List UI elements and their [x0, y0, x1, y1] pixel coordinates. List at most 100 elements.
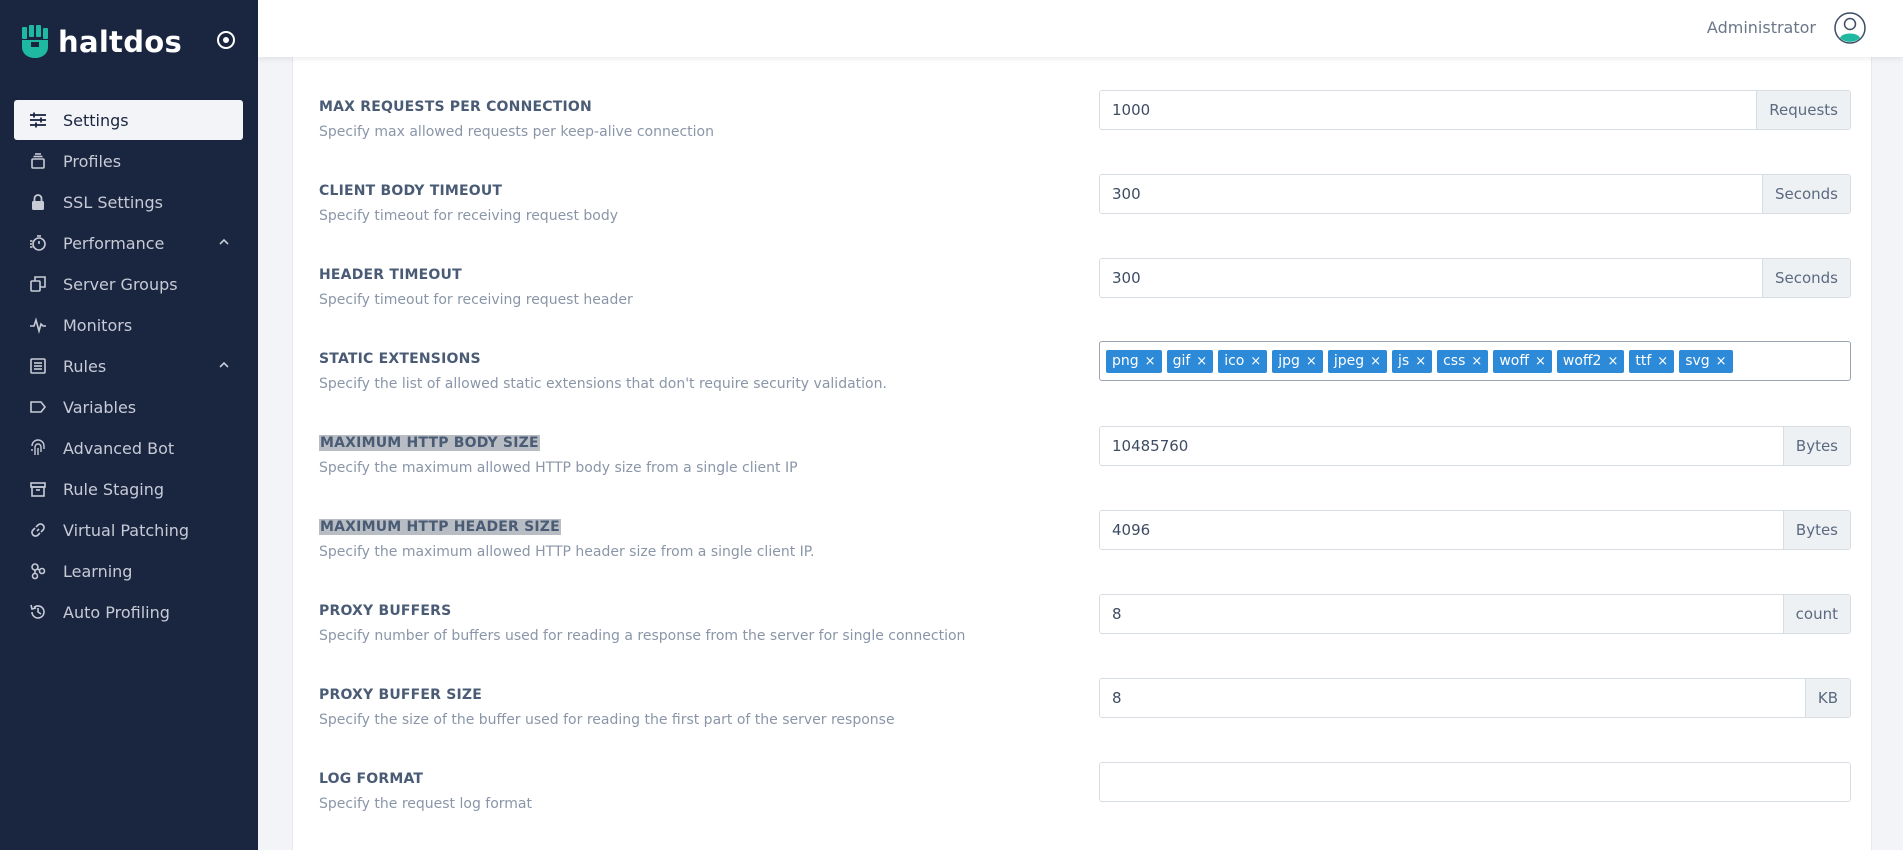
chevron-up-icon[interactable] [217, 235, 231, 249]
setting-description: Specify max allowed requests per keep-al… [319, 124, 714, 140]
sidebar-item-performance[interactable]: Performance [14, 223, 243, 263]
sidebar-item-virtual-patching[interactable]: Virtual Patching [14, 510, 243, 550]
sidebar-item-label: Settings [63, 110, 129, 130]
sidebar-item-label: Profiles [63, 151, 122, 171]
proxy-buffer-size-input[interactable] [1100, 679, 1805, 717]
remove-tag-icon[interactable]: × [1535, 354, 1546, 369]
extension-tag: png × [1106, 349, 1162, 373]
remove-tag-icon[interactable]: × [1716, 354, 1727, 369]
setting-title: MAXIMUM HTTP BODY SIZE [319, 435, 540, 451]
sidebar-item-settings[interactable]: Settings [14, 100, 243, 140]
sidebar-item-variables[interactable]: Variables [14, 387, 243, 427]
client-body-timeout-input[interactable] [1100, 175, 1762, 213]
extension-tag-label: ico [1224, 353, 1245, 369]
extension-tag: ttf × [1629, 349, 1675, 373]
setting-title: CLIENT BODY TIMEOUT [319, 183, 503, 199]
history-icon [28, 602, 48, 622]
max-requests-input[interactable] [1100, 91, 1757, 129]
max-header-size-field: Bytes [1099, 510, 1851, 550]
setting-max-requests: MAX REQUESTS PER CONNECTION Specify max … [293, 90, 1873, 159]
remove-tag-icon[interactable]: × [1306, 354, 1317, 369]
remove-tag-icon[interactable]: × [1250, 354, 1261, 369]
sidebar-item-advanced-bot[interactable]: Advanced Bot [14, 428, 243, 468]
unit-addon: Seconds [1761, 175, 1850, 213]
setting-description: Specify the size of the buffer used for … [319, 712, 895, 728]
extension-tag: woff × [1493, 349, 1552, 373]
setting-proxy-buffers: PROXY BUFFERS Specify number of buffers … [293, 594, 1873, 663]
remove-tag-icon[interactable]: × [1415, 354, 1426, 369]
sidebar-item-label: Rules [63, 356, 107, 376]
setting-title: LOG FORMAT [319, 771, 424, 787]
nodes-icon [28, 561, 48, 581]
header-timeout-input[interactable] [1100, 259, 1762, 297]
extension-tag: svg × [1679, 349, 1733, 373]
extension-tag: js × [1392, 349, 1433, 373]
remove-tag-icon[interactable]: × [1145, 354, 1156, 369]
selected-title-text: MAXIMUM HTTP BODY SIZE [319, 435, 540, 451]
sidebar: haltdos Settings Profiles SSL Settings P… [0, 0, 258, 850]
proxy-buffer-size-field: KB [1099, 678, 1851, 718]
setting-title: HEADER TIMEOUT [319, 267, 462, 283]
remove-tag-icon[interactable]: × [1196, 354, 1207, 369]
setting-description: Specify the list of allowed static exten… [319, 376, 887, 392]
user-avatar-icon[interactable] [1834, 12, 1866, 44]
sidebar-item-label: Auto Profiling [63, 602, 170, 622]
header-timeout-field: Seconds [1099, 258, 1851, 298]
unit-addon: Seconds [1761, 259, 1850, 297]
sidebar-item-ssl-settings[interactable]: SSL Settings [14, 182, 243, 222]
extension-tag-label: png [1112, 353, 1139, 369]
archive-icon [28, 479, 48, 499]
extension-tag-label: js [1398, 353, 1410, 369]
extension-tag-label: woff [1499, 353, 1529, 369]
extension-tag-label: css [1443, 353, 1466, 369]
selected-title-text: MAXIMUM HTTP HEADER SIZE [319, 519, 561, 535]
unit-addon: Bytes [1782, 427, 1850, 465]
brand[interactable]: haltdos [20, 24, 182, 60]
remove-tag-icon[interactable]: × [1370, 354, 1381, 369]
sidebar-item-server-groups[interactable]: Server Groups [14, 264, 243, 304]
unit-addon: count [1782, 595, 1850, 633]
log-format-input[interactable] [1100, 763, 1850, 801]
user-name[interactable]: Administrator [1707, 18, 1816, 37]
sidebar-item-label: Advanced Bot [63, 438, 175, 458]
sidebar-item-learning[interactable]: Learning [14, 551, 243, 591]
unit-addon: KB [1804, 679, 1850, 717]
max-header-size-input[interactable] [1100, 511, 1783, 549]
remove-tag-icon[interactable]: × [1657, 354, 1668, 369]
extension-tag: gif × [1166, 349, 1214, 373]
proxy-buffers-input[interactable] [1100, 595, 1783, 633]
extension-tag-label: jpg [1278, 353, 1300, 369]
sidebar-item-rules[interactable]: Rules [14, 346, 243, 386]
unit-addon: Bytes [1782, 511, 1850, 549]
sidebar-item-label: Virtual Patching [63, 520, 190, 540]
setting-title: MAX REQUESTS PER CONNECTION [319, 99, 592, 115]
stack-icon [28, 151, 48, 171]
sidebar-item-rule-staging[interactable]: Rule Staging [14, 469, 243, 509]
sidebar-item-monitors[interactable]: Monitors [14, 305, 243, 345]
setting-static-extensions: STATIC EXTENSIONS Specify the list of al… [293, 341, 1873, 411]
chevron-up-icon[interactable] [217, 358, 231, 372]
log-format-field [1099, 762, 1851, 802]
setting-description: Specify timeout for receiving request bo… [319, 208, 619, 224]
settings-card: MAX REQUESTS PER CONNECTION Specify max … [292, 57, 1872, 850]
activity-icon [28, 315, 48, 335]
top-bar: Administrator [258, 0, 1903, 57]
extension-tag-label: jpeg [1333, 353, 1365, 369]
extension-tag: jpeg × [1327, 349, 1388, 373]
setting-description: Specify timeout for receiving request he… [319, 292, 633, 308]
max-body-size-input[interactable] [1100, 427, 1783, 465]
setting-description: Specify the maximum allowed HTTP header … [319, 544, 815, 560]
sidebar-item-label: Server Groups [63, 274, 178, 294]
lock-icon [28, 192, 48, 212]
remove-tag-icon[interactable]: × [1607, 354, 1618, 369]
haltdos-logo-icon [22, 25, 48, 58]
sidebar-item-auto-profiling[interactable]: Auto Profiling [14, 592, 243, 632]
sidebar-item-profiles[interactable]: Profiles [14, 141, 243, 181]
tag-icon [28, 397, 48, 417]
static-extensions-tag-input[interactable]: png × gif × ico × jpg × jpeg × js × css × woff × woff2 × t… [1099, 341, 1851, 381]
extension-tag-label: gif [1172, 353, 1191, 369]
sidebar-nav: Settings Profiles SSL Settings Performan… [14, 100, 243, 633]
target-toggle-icon[interactable] [214, 28, 238, 52]
remove-tag-icon[interactable]: × [1471, 354, 1482, 369]
sidebar-item-label: Monitors [63, 315, 133, 335]
